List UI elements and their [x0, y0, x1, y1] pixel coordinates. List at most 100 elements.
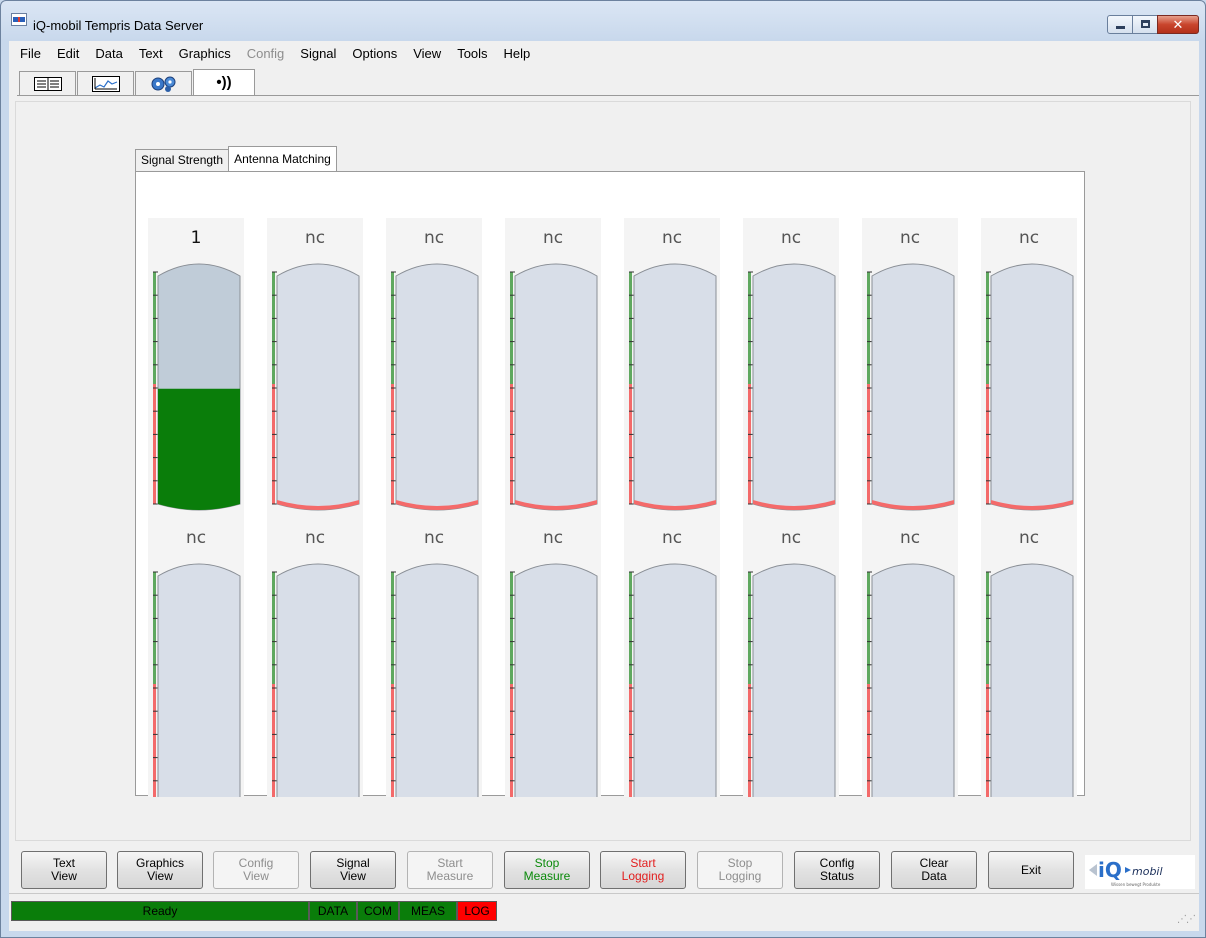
gauge-cylinder [633, 263, 717, 511]
menu-config[interactable]: Config [239, 41, 293, 67]
gauge-label: 1 [191, 228, 202, 248]
gauge-label: nc [305, 528, 325, 548]
maximize-button[interactable] [1132, 15, 1158, 34]
gauge-grid: 1 nc nc nc nc nc nc nc nc nc nc nc nc nc nc nc [148, 218, 1077, 797]
antenna-gauge: nc [624, 218, 720, 518]
stop-measure-button[interactable]: Stop Measure [504, 851, 590, 889]
status-log-indicator: LOG [457, 901, 497, 921]
scale-good-zone [153, 272, 156, 384]
menu-help[interactable]: Help [496, 41, 539, 67]
menu-bar: File Edit Data Text Graphics Config Signal Opti… [9, 41, 1199, 67]
minimize-icon [1116, 26, 1125, 29]
scale-good-zone [272, 572, 275, 684]
clear-data-button[interactable]: Clear Data [891, 851, 977, 889]
signal-view-tab[interactable]: •)) [193, 69, 255, 95]
scale-good-zone [153, 572, 156, 684]
scale-good-zone [748, 572, 751, 684]
scale-bad-zone [153, 684, 156, 797]
gears-icon [151, 76, 175, 92]
scale-good-zone [391, 272, 394, 384]
gauge-label: nc [305, 228, 325, 248]
logo-brand: iQ [1098, 858, 1122, 882]
antenna-gauge: nc [981, 518, 1077, 797]
graph-view-tab[interactable] [77, 71, 134, 95]
antenna-gauge: nc [743, 518, 839, 797]
tab-antenna-matching[interactable]: Antenna Matching [228, 146, 337, 171]
antenna-matching-panel: 1 nc nc nc nc nc nc nc nc nc nc nc nc nc nc nc [135, 171, 1085, 797]
stop-logging-button[interactable]: Stop Logging [697, 851, 783, 889]
menu-options[interactable]: Options [344, 41, 405, 67]
menu-view[interactable]: View [405, 41, 449, 67]
scale-bad-zone [748, 684, 751, 797]
gauge-label: nc [543, 228, 563, 248]
scale-bad-zone [867, 684, 870, 797]
close-button[interactable]: ✕ [1157, 15, 1199, 34]
antenna-gauge: nc [267, 218, 363, 518]
resize-grip-icon[interactable]: ⋰⋰ [1177, 914, 1196, 925]
status-ready: Ready [11, 901, 309, 921]
menu-signal[interactable]: Signal [292, 41, 344, 67]
window-title: iQ-mobil Tempris Data Server [33, 18, 204, 33]
logo-tagline: Wissen bewegt Produkte [1111, 882, 1161, 887]
minimize-button[interactable] [1107, 15, 1133, 34]
gauge-cylinder [752, 563, 836, 797]
gauge-cylinder [871, 563, 955, 797]
scale-bad-zone [153, 384, 156, 504]
gauge-label: nc [424, 528, 444, 548]
signal-view-button[interactable]: Signal View [310, 851, 396, 889]
client-area: File Edit Data Text Graphics Config Signal Opti… [9, 41, 1199, 931]
scale-bad-zone [391, 684, 394, 797]
gauge-cylinder [157, 563, 241, 797]
maximize-icon [1141, 20, 1150, 28]
gauge-label: nc [900, 228, 920, 248]
gauge-cylinder [990, 563, 1074, 797]
antenna-gauge: nc [505, 218, 601, 518]
signal-subtabs: Signal Strength Antenna Matching [135, 146, 337, 171]
start-measure-button[interactable]: Start Measure [407, 851, 493, 889]
scale-good-zone [510, 572, 513, 684]
antenna-gauge: nc [386, 518, 482, 797]
gauge-label: nc [781, 228, 801, 248]
gauge-cylinder [514, 563, 598, 797]
scale-good-zone [629, 572, 632, 684]
title-bar: iQ-mobil Tempris Data Server ✕ [1, 1, 1205, 41]
gauge-cylinder [633, 563, 717, 797]
gauge-label: nc [781, 528, 801, 548]
menu-tools[interactable]: Tools [449, 41, 495, 67]
menu-graphics[interactable]: Graphics [171, 41, 239, 67]
config-status-button[interactable]: Config Status [794, 851, 880, 889]
scale-bad-zone [867, 384, 870, 504]
scale-bad-zone [986, 384, 989, 504]
gauge-fill [158, 388, 240, 510]
antenna-gauge: nc [505, 518, 601, 797]
graphics-view-button[interactable]: Graphics View [117, 851, 203, 889]
status-data-indicator: DATA [309, 901, 357, 921]
logo-suffix: mobil [1132, 865, 1163, 878]
config-view-tab[interactable] [135, 71, 192, 95]
scale-bad-zone [272, 684, 275, 797]
config-view-button[interactable]: Config View [213, 851, 299, 889]
start-logging-button[interactable]: Start Logging [600, 851, 686, 889]
scale-bad-zone [748, 384, 751, 504]
menu-file[interactable]: File [12, 41, 49, 67]
menu-text[interactable]: Text [131, 41, 171, 67]
company-logo: iQ mobil Wissen bewegt Produkte [1085, 855, 1195, 889]
gauge-cylinder [514, 263, 598, 511]
scale-good-zone [510, 272, 513, 384]
menu-edit[interactable]: Edit [49, 41, 87, 67]
tab-signal-strength[interactable]: Signal Strength [135, 149, 230, 171]
antenna-icon: •)) [216, 74, 232, 91]
scale-good-zone [986, 272, 989, 384]
scale-good-zone [986, 572, 989, 684]
gauge-label: nc [1019, 528, 1039, 548]
gauge-cylinder [276, 263, 360, 511]
menu-data[interactable]: Data [87, 41, 130, 67]
table-view-tab[interactable] [19, 71, 76, 95]
gauge-cylinder [871, 263, 955, 511]
exit-button[interactable]: Exit [988, 851, 1074, 889]
table-icon [33, 76, 62, 91]
antenna-gauge: nc [267, 518, 363, 797]
antenna-gauge: nc [862, 518, 958, 797]
text-view-button[interactable]: Text View [21, 851, 107, 889]
view-tabs: •)) [19, 69, 256, 95]
